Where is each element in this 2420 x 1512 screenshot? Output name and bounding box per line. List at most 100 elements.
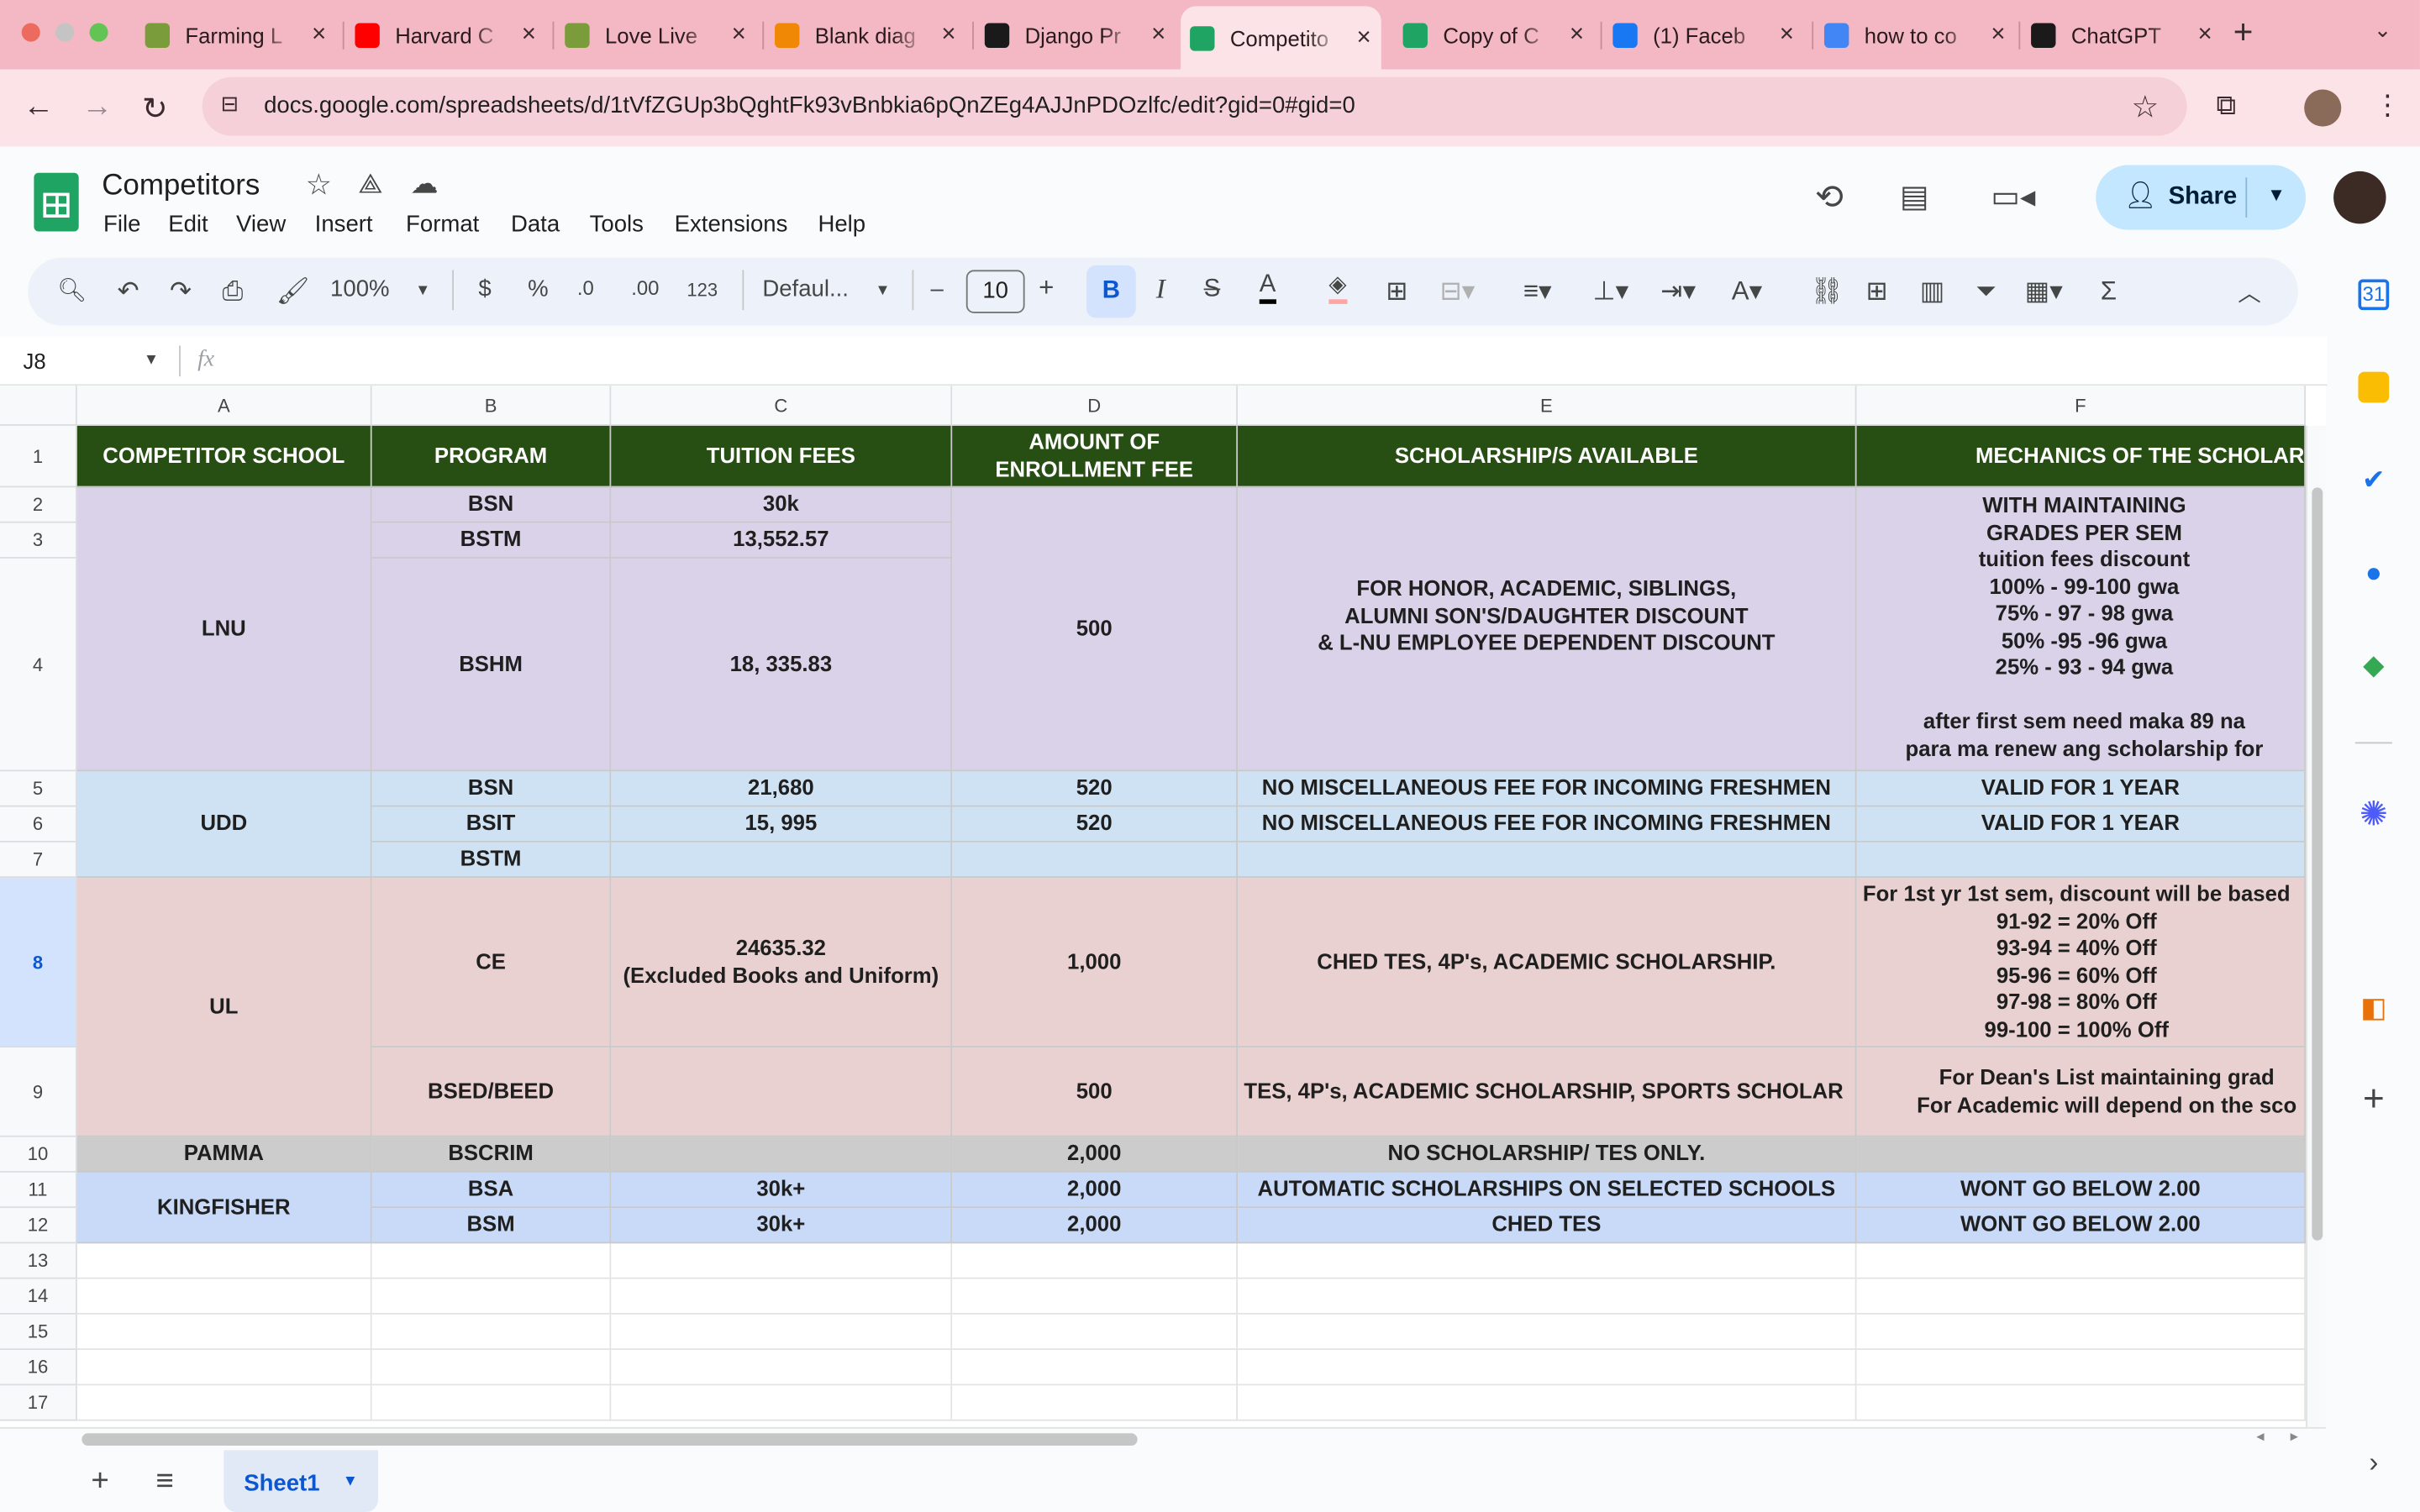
keep-icon[interactable] [2358, 371, 2390, 403]
mechanics-cell[interactable] [1856, 842, 2307, 879]
row-header[interactable]: 2 [0, 487, 77, 523]
row-header[interactable]: 15 [0, 1314, 77, 1351]
empty-cell[interactable] [371, 1350, 612, 1386]
scholarship-cell[interactable] [1238, 842, 1857, 879]
header-cell[interactable]: SCHOLARSHIP/S AVAILABLE [1238, 425, 1857, 488]
address-bar[interactable]: ⊟ docs.google.com/spreadsheets/d/1tVfZGU… [202, 76, 2187, 136]
row-header[interactable]: 6 [0, 806, 77, 843]
enrollment-cell[interactable]: 500 [952, 1047, 1239, 1137]
empty-cell[interactable] [611, 1350, 953, 1386]
font-size-input[interactable]: 10 [965, 270, 1025, 313]
enrollment-cell[interactable]: 2,000 [952, 1172, 1239, 1209]
empty-cell[interactable] [1238, 1243, 1857, 1279]
strikethrough-button[interactable]: S [1204, 276, 1221, 304]
currency-format-button[interactable]: $ [478, 276, 491, 302]
collapse-toolbar-icon[interactable]: ︿ [2238, 276, 2261, 309]
horizontal-scrollbar[interactable]: ◂ ▸ [0, 1426, 2326, 1451]
mechanics-cell[interactable]: For Dean's List maintaining grad For Aca… [1856, 1047, 2307, 1137]
enrollment-cell[interactable]: 1,000 [952, 878, 1239, 1048]
menu-insert[interactable]: Insert [315, 212, 373, 238]
scholarship-cell[interactable]: FOR HONOR, ACADEMIC, SIBLINGS, ALUMNI SO… [1238, 487, 1857, 772]
empty-cell[interactable] [76, 1385, 372, 1421]
empty-cell[interactable] [371, 1243, 612, 1279]
empty-cell[interactable] [1238, 1350, 1857, 1386]
menu-data[interactable]: Data [511, 212, 560, 238]
search-menus-icon[interactable]: 🔍︎ [57, 276, 87, 304]
close-window-button[interactable] [21, 23, 40, 42]
header-cell[interactable]: TUITION FEES [611, 425, 953, 488]
bold-button[interactable]: B [1086, 265, 1136, 318]
close-tab-icon[interactable]: × [1356, 24, 1370, 51]
version-history-icon[interactable]: ⟲ [1815, 177, 1844, 218]
program-cell[interactable]: BSHM [371, 558, 612, 772]
menu-edit[interactable]: Edit [168, 212, 208, 238]
column-header-a[interactable]: A [76, 386, 372, 426]
row-header[interactable]: 11 [0, 1172, 77, 1209]
header-cell[interactable]: MECHANICS OF THE SCHOLARSHIP [1856, 425, 2307, 488]
empty-cell[interactable] [952, 1278, 1239, 1315]
mechanics-cell[interactable] [1856, 1137, 2307, 1173]
empty-cell[interactable] [1856, 1385, 2307, 1421]
horizontal-align-icon[interactable]: ≡▾ [1523, 276, 1552, 307]
empty-cell[interactable] [371, 1385, 612, 1421]
move-to-drive-icon[interactable]: ⟁ [358, 168, 383, 201]
scroll-left-icon[interactable]: ◂ [2256, 1429, 2264, 1446]
column-header-d[interactable]: D [952, 386, 1239, 426]
insert-chart-icon[interactable]: ▥ [1920, 276, 1945, 307]
empty-cell[interactable] [611, 1278, 953, 1315]
share-dropdown-icon[interactable]: ▼ [2267, 184, 2286, 206]
scholarship-cell[interactable]: NO MISCELLANEOUS FEE FOR INCOMING FRESHM… [1238, 806, 1857, 843]
tuition-cell[interactable]: 13,552.57 [611, 522, 953, 559]
column-header-f[interactable]: F [1856, 386, 2307, 426]
row-header[interactable]: 3 [0, 522, 77, 559]
scholarship-cell[interactable]: AUTOMATIC SCHOLARSHIPS ON SELECTED SCHOO… [1238, 1172, 1857, 1209]
empty-cell[interactable] [1238, 1278, 1857, 1315]
header-cell[interactable]: COMPETITOR SCHOOL [76, 425, 372, 488]
office-addon-icon[interactable]: ◧ [2358, 992, 2389, 1023]
tuition-cell[interactable]: 30k [611, 487, 953, 523]
cloud-status-icon[interactable]: ☁ [411, 168, 439, 201]
menu-view[interactable]: View [236, 212, 286, 238]
tuition-cell[interactable]: 18, 335.83 [611, 558, 953, 772]
more-formats-button[interactable]: 123 [687, 279, 718, 301]
insert-comment-icon[interactable]: ⊞ [1866, 276, 1888, 307]
enrollment-cell[interactable] [952, 842, 1239, 879]
scroll-right-icon[interactable]: ▸ [2291, 1429, 2298, 1446]
tuition-cell[interactable]: 30k+ [611, 1208, 953, 1244]
empty-cell[interactable] [611, 1385, 953, 1421]
comments-icon[interactable]: ▤ [1900, 177, 1929, 216]
undo-icon[interactable]: ↶ [118, 276, 139, 307]
decrease-decimal-button[interactable]: .0 [577, 276, 594, 300]
column-header-b[interactable]: B [371, 386, 612, 426]
mechanics-cell[interactable]: VALID FOR 1 YEAR [1856, 771, 2307, 807]
browser-tab[interactable]: Harvard C × [345, 6, 546, 63]
tasks-icon[interactable]: ✔ [2358, 465, 2389, 496]
close-tab-icon[interactable]: × [312, 21, 326, 49]
print-icon[interactable]: ⎙ [222, 276, 243, 307]
program-cell[interactable]: BSN [371, 487, 612, 523]
row-header[interactable]: 12 [0, 1208, 77, 1244]
empty-cell[interactable] [1856, 1350, 2307, 1386]
filter-icon[interactable]: ⏷ [1975, 276, 1996, 307]
decrease-font-size-button[interactable]: – [931, 276, 944, 302]
hide-side-panel-icon[interactable]: › [2358, 1447, 2389, 1478]
enrollment-cell[interactable]: 520 [952, 771, 1239, 807]
browser-menu-icon[interactable]: ⋮ [2374, 90, 2402, 123]
menu-extensions[interactable]: Extensions [675, 212, 788, 238]
horizontal-scroll-thumb[interactable] [82, 1433, 1138, 1446]
profile-avatar[interactable] [2304, 89, 2342, 127]
maps-icon[interactable]: ◆ [2358, 649, 2389, 680]
empty-cell[interactable] [76, 1350, 372, 1386]
header-cell[interactable]: PROGRAM [371, 425, 612, 488]
mechanics-cell[interactable]: WONT GO BELOW 2.00 [1856, 1208, 2307, 1244]
program-cell[interactable]: BSCRIM [371, 1137, 612, 1173]
browser-tab[interactable]: Love Live × [555, 6, 756, 63]
empty-cell[interactable] [1856, 1314, 2307, 1351]
text-color-button[interactable]: A [1259, 271, 1276, 304]
merge-cells-icon[interactable]: ⊟▾ [1440, 276, 1476, 307]
close-tab-icon[interactable]: × [1780, 21, 1794, 49]
row-header[interactable]: 1 [0, 425, 77, 488]
fill-color-icon[interactable]: ◈ [1328, 271, 1347, 304]
minimize-window-button[interactable] [55, 23, 75, 42]
menu-file[interactable]: File [103, 212, 140, 238]
